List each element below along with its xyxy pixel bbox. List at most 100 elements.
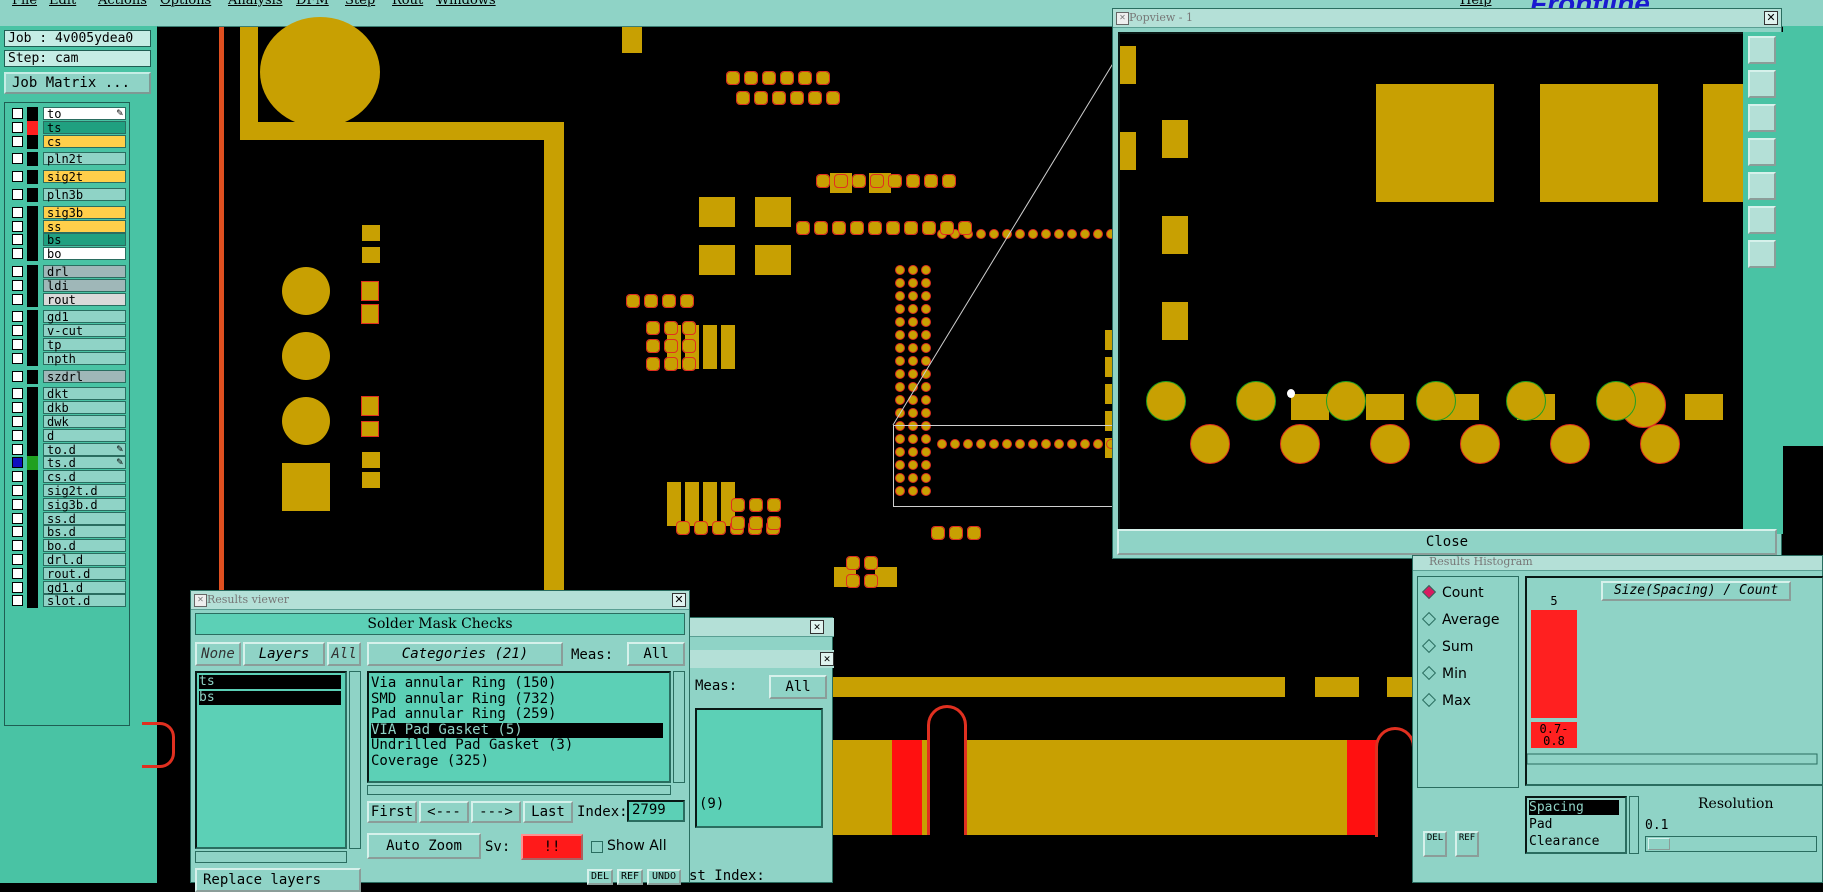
layer-color-swatch[interactable] bbox=[27, 539, 38, 554]
layer-color-swatch[interactable] bbox=[27, 188, 38, 202]
layer-name[interactable]: cs.d bbox=[43, 470, 126, 484]
del-button[interactable]: DEL bbox=[1423, 831, 1447, 857]
meas-dropdown[interactable]: All bbox=[627, 642, 685, 666]
layer-name[interactable]: bo.d bbox=[43, 539, 126, 553]
category-item[interactable]: SMD annular Ring (732) bbox=[371, 691, 663, 707]
layer-name[interactable]: rout.d bbox=[43, 566, 126, 580]
layer-row-bo[interactable]: bo bbox=[9, 247, 127, 262]
layer-row-ss.d[interactable]: ss.d bbox=[9, 511, 127, 526]
layer-row-d[interactable]: d bbox=[9, 428, 127, 443]
layer-checkbox[interactable] bbox=[12, 554, 23, 565]
layer-color-swatch[interactable] bbox=[27, 247, 38, 262]
meas-dropdown[interactable]: All bbox=[769, 675, 827, 699]
category-item[interactable]: Via annular Ring (150) bbox=[371, 676, 663, 691]
layer-row-ldi[interactable]: ldi bbox=[9, 278, 127, 293]
histogram-bar[interactable] bbox=[1531, 610, 1577, 718]
layer-color-swatch[interactable] bbox=[27, 470, 38, 485]
layer-color-swatch[interactable] bbox=[27, 120, 38, 135]
layer-checkbox[interactable] bbox=[12, 498, 23, 510]
layer-name[interactable]: szdrl bbox=[43, 369, 126, 383]
layer-color-swatch[interactable] bbox=[27, 134, 38, 149]
layer-checkbox[interactable] bbox=[12, 388, 23, 400]
layer-row-pln3b[interactable]: pln3b bbox=[9, 188, 127, 202]
layer-checkbox[interactable] bbox=[12, 234, 23, 246]
menu-help[interactable]: Help bbox=[1460, 0, 1492, 8]
layer-row-dkb[interactable]: dkb bbox=[9, 401, 127, 416]
layer-row-dkt[interactable]: dkt bbox=[9, 387, 127, 402]
vertical-scrollbar[interactable] bbox=[1629, 796, 1639, 854]
layer-checkbox[interactable] bbox=[12, 311, 23, 323]
layer-name[interactable]: cs bbox=[43, 134, 126, 148]
layer-name[interactable]: ss bbox=[43, 219, 126, 233]
measure-item[interactable]: Pad bbox=[1529, 817, 1619, 832]
layer-color-swatch[interactable] bbox=[27, 387, 38, 402]
window-menu-icon[interactable]: ✕ bbox=[1116, 12, 1129, 25]
layer-checkbox[interactable] bbox=[12, 293, 23, 305]
vertical-scrollbar[interactable] bbox=[673, 671, 685, 783]
close-icon[interactable]: ✕ bbox=[672, 593, 686, 607]
slider-handle[interactable] bbox=[1648, 838, 1670, 850]
layer-checkbox[interactable] bbox=[12, 370, 23, 382]
results-viewer-titlebar[interactable]: ✕ Results viewer ✕ bbox=[191, 591, 689, 610]
severity-dropdown[interactable]: !! bbox=[521, 834, 583, 860]
layer-name[interactable]: pln2t bbox=[43, 152, 126, 166]
layer-color-swatch[interactable] bbox=[27, 170, 38, 185]
auto-zoom-dropdown[interactable]: Auto Zoom bbox=[367, 833, 481, 859]
close-icon[interactable]: ✕ bbox=[810, 620, 824, 634]
category-list[interactable]: Via annular Ring (150) SMD annular Ring (… bbox=[367, 671, 671, 783]
layer-row-cs[interactable]: cs bbox=[9, 134, 127, 149]
layer-color-swatch[interactable] bbox=[27, 351, 38, 366]
layer-checkbox[interactable] bbox=[12, 220, 23, 232]
layer-row-ss[interactable]: ss bbox=[9, 219, 127, 234]
layer-color-swatch[interactable] bbox=[27, 497, 38, 512]
layer-row-pln2t[interactable]: pln2t bbox=[9, 152, 127, 167]
list-item[interactable]: bs bbox=[199, 691, 341, 705]
layer-color-swatch[interactable] bbox=[27, 278, 38, 293]
menu-file[interactable]: File bbox=[12, 0, 37, 8]
next-button[interactable]: ---> bbox=[471, 801, 521, 823]
layer-name[interactable]: npth bbox=[43, 351, 126, 365]
radio-icon[interactable] bbox=[1421, 692, 1437, 708]
layer-color-swatch[interactable] bbox=[27, 233, 38, 248]
job-matrix-button[interactable]: Job Matrix ... bbox=[4, 72, 151, 94]
layer-color-swatch[interactable] bbox=[27, 107, 38, 121]
menu-edit[interactable]: Edit bbox=[49, 0, 76, 8]
popview-tool-icon[interactable] bbox=[1748, 206, 1776, 234]
layer-color-swatch[interactable] bbox=[27, 566, 38, 581]
list-item[interactable]: ts bbox=[199, 675, 341, 689]
layer-name[interactable]: v-cut bbox=[43, 324, 126, 338]
layer-row-drl.d[interactable]: drl.d bbox=[9, 553, 127, 567]
layer-checkbox[interactable] bbox=[12, 540, 23, 552]
layer-name[interactable]: ss.d bbox=[43, 511, 126, 525]
close-icon[interactable]: ✕ bbox=[1764, 11, 1778, 25]
layer-color-swatch[interactable] bbox=[27, 219, 38, 234]
layer-row-rout[interactable]: rout bbox=[9, 292, 127, 307]
layer-checkbox[interactable] bbox=[12, 248, 23, 260]
layer-name[interactable]: sig2t.d bbox=[43, 484, 126, 498]
menu-rout[interactable]: Rout bbox=[392, 0, 423, 8]
category-item[interactable]: Coverage (325) bbox=[371, 753, 663, 769]
layer-checkbox[interactable] bbox=[12, 352, 23, 364]
layer-row-tp[interactable]: tp bbox=[9, 338, 127, 352]
layer-row-rout.d[interactable]: rout.d bbox=[9, 566, 127, 581]
layer-name[interactable]: to.d bbox=[43, 442, 126, 456]
layer-name[interactable]: sig2t bbox=[43, 170, 126, 184]
layer-color-swatch[interactable] bbox=[27, 594, 38, 609]
layer-color-swatch[interactable] bbox=[27, 415, 38, 429]
layer-color-swatch[interactable] bbox=[27, 338, 38, 352]
popview-tool-icon[interactable] bbox=[1748, 36, 1776, 64]
layer-name[interactable]: ts bbox=[43, 120, 126, 134]
prev-button[interactable]: <--- bbox=[419, 801, 469, 823]
popview-canvas[interactable] bbox=[1118, 32, 1747, 538]
index-input[interactable]: 2799 bbox=[627, 800, 685, 822]
menu-step[interactable]: Step bbox=[345, 0, 375, 8]
layer-row-gd1.d[interactable]: gd1.d bbox=[9, 580, 127, 595]
layer-name[interactable]: sig3b.d bbox=[43, 497, 126, 511]
popview-titlebar[interactable]: ✕ Popview - 1 ✕ bbox=[1113, 9, 1781, 28]
layer-row-dwk[interactable]: dwk bbox=[9, 415, 127, 429]
layer-checkbox[interactable] bbox=[12, 471, 23, 483]
radio-icon[interactable] bbox=[1421, 584, 1437, 600]
menu-analysis[interactable]: Analysis bbox=[228, 0, 283, 8]
layer-name[interactable]: slot.d bbox=[43, 594, 126, 608]
close-icon[interactable]: ✕ bbox=[820, 652, 834, 666]
